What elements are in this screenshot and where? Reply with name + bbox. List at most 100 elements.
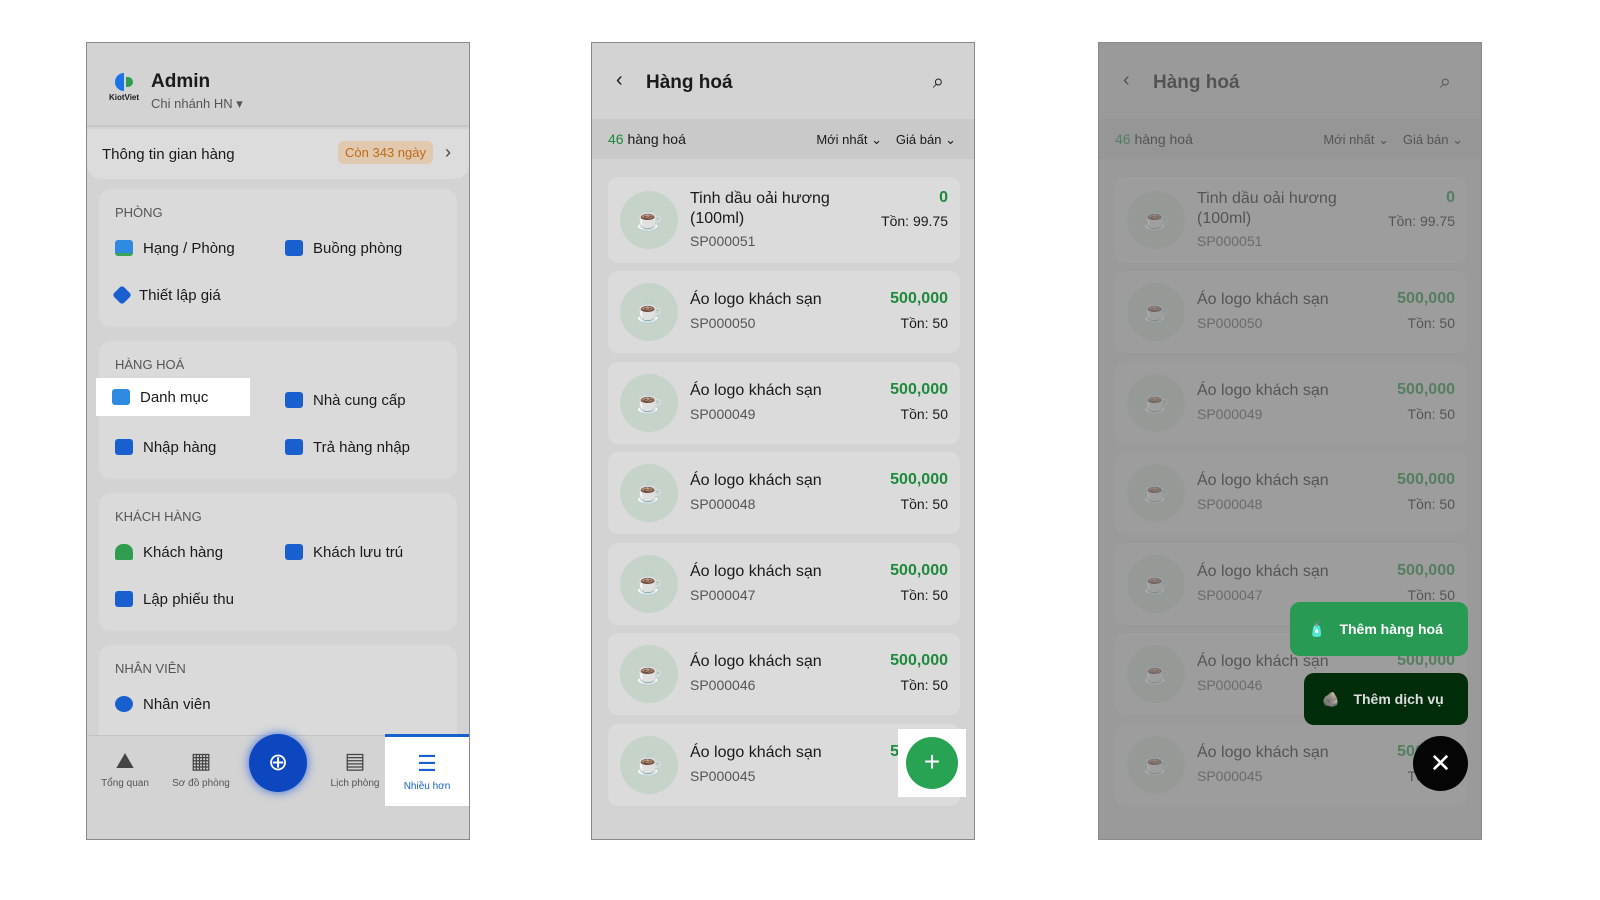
header: ‹ Hàng hoá ⌕ xyxy=(592,43,974,119)
menu-receipt[interactable]: Lập phiếu thu xyxy=(99,580,253,618)
chevron-down-icon: ⌄ xyxy=(871,132,882,147)
goods-list-screen: ‹ Hàng hoá ⌕ 46 hàng hoá Mới nhất ⌄ Giá … xyxy=(591,42,975,840)
product-code: SP000048 xyxy=(690,496,756,512)
product-code: SP000046 xyxy=(690,677,756,693)
page-title: Hàng hoá xyxy=(646,72,733,93)
section-goods: HÀNG HOÁ Danh mục Nhà cung cấp Nhập hàng… xyxy=(96,341,457,479)
section-title: HÀNG HOÁ xyxy=(115,357,185,372)
section-title: KHÁCH HÀNG xyxy=(115,509,202,524)
calendar-icon: ▤ xyxy=(344,748,366,773)
product-code: SP000051 xyxy=(690,233,756,249)
user-circle-icon xyxy=(115,696,133,712)
product-code: SP000050 xyxy=(690,315,756,331)
tab-overview[interactable]: ⛰ Tổng quan xyxy=(89,748,161,789)
branch-select[interactable]: Chi nhánh HN ▾ xyxy=(151,96,243,112)
kiotviet-logo: KiotViet xyxy=(107,73,141,102)
product-thumbnail-icon: ☕ xyxy=(620,554,678,613)
menu-housekeeping[interactable]: Buồng phòng xyxy=(269,229,423,267)
add-button[interactable]: + xyxy=(906,737,958,789)
user-name: Admin xyxy=(151,71,211,92)
product-price: 500,000 xyxy=(890,290,948,307)
product-row[interactable]: ☕ Tinh dầu oải hương (100ml) SP000051 0 … xyxy=(608,177,960,263)
menu-return-import[interactable]: Trả hàng nhập xyxy=(269,428,423,466)
price-dropdown[interactable]: Giá bán ⌄ xyxy=(896,132,956,148)
menu-room-class[interactable]: Hạng / Phòng xyxy=(99,229,253,267)
product-row[interactable]: ☕ Áo logo khách sạn SP000050 500,000 Tồn… xyxy=(608,271,960,353)
filter-bar: 46 hàng hoá Mới nhất ⌄ Giá bán ⌄ xyxy=(592,119,974,159)
product-thumbnail-icon: ☕ xyxy=(620,464,678,522)
product-price: 0 xyxy=(939,189,948,206)
product-row[interactable]: ☕ Áo logo khách sạn SP000048 500,000 Tồn… xyxy=(608,452,960,534)
export-icon xyxy=(285,439,303,455)
sort-dropdown[interactable]: Mới nhất ⌄ xyxy=(816,132,882,148)
back-icon[interactable]: ‹ xyxy=(616,69,623,92)
add-service-button[interactable]: 🪨 Thêm dịch vụ xyxy=(1304,673,1468,725)
product-stock: Tồn: 99.75 xyxy=(881,213,948,229)
product-stock: Tồn: 50 xyxy=(900,677,948,693)
section-rooms: PHÒNG Hạng / Phòng Buồng phòng Thiết lập… xyxy=(99,189,457,327)
product-thumbnail-icon: ☕ xyxy=(620,283,678,341)
close-button[interactable]: ✕ xyxy=(1413,736,1468,791)
chevron-down-icon: ⌄ xyxy=(945,132,956,147)
product-name: Áo logo khách sạn xyxy=(690,472,822,489)
caret-down-icon: ▾ xyxy=(236,96,243,111)
store-info-row[interactable]: Thông tin gian hàng Còn 343 ngày › xyxy=(87,129,469,179)
product-name: Áo logo khách sạn xyxy=(690,743,822,761)
menu-staff[interactable]: Nhân viên xyxy=(99,685,253,723)
tab-room-map[interactable]: ▦ Sơ đồ phòng xyxy=(165,748,237,789)
add-goods-button[interactable]: 🧴 Thêm hàng hoá xyxy=(1290,602,1468,656)
quick-search-button[interactable]: ⊕ xyxy=(249,734,307,792)
chevron-right-icon: › xyxy=(445,142,451,162)
product-name: Áo logo khách sạn xyxy=(690,381,822,399)
chart-icon: ⛰ xyxy=(115,748,135,773)
bottom-nav: ⛰ Tổng quan ▦ Sơ đồ phòng ⊕ ▤ Lịch phòng ☰ N… xyxy=(87,734,469,807)
menu-customers[interactable]: Khách hàng xyxy=(99,533,253,571)
product-stock: Tồn: 50 xyxy=(900,496,948,512)
product-thumbnail-icon: ☕ xyxy=(620,373,678,432)
product-row[interactable]: ☕ Áo logo khách sạn SP000047 500,000 Tồn… xyxy=(608,542,960,625)
spa-stones-icon: 🪨 xyxy=(1322,690,1340,707)
supplier-icon xyxy=(285,392,303,408)
import-icon xyxy=(115,439,133,455)
grid-icon: ▦ xyxy=(190,748,212,773)
product-code: SP000045 xyxy=(690,767,756,784)
product-stock: Tồn: 50 xyxy=(900,586,948,603)
menu-supplier[interactable]: Nhà cung cấp xyxy=(269,381,423,419)
product-thumbnail-icon: ☕ xyxy=(620,191,678,249)
bed-icon xyxy=(115,240,133,256)
product-name: Tinh dầu oải hương (100ml) xyxy=(690,190,830,227)
goods-list-add-menu-screen: ‹ Hàng hoá ⌕ 46 hàng hoá Mới nhất ⌄ Giá … xyxy=(1098,42,1482,840)
header: KiotViet Admin Chi nhánh HN ▾ xyxy=(87,43,469,127)
close-icon: ✕ xyxy=(1429,748,1452,778)
goods-count: 46 hàng hoá xyxy=(608,131,686,147)
product-price: 500,000 xyxy=(890,471,948,488)
menu-pricing[interactable]: Thiết lập giá xyxy=(99,276,253,314)
section-title: PHÒNG xyxy=(115,205,163,220)
menu-guests[interactable]: Khách lưu trú xyxy=(269,533,423,571)
product-code: SP000047 xyxy=(690,586,756,603)
product-row[interactable]: ☕ Áo logo khách sạn SP000046 500,000 Tồn… xyxy=(608,633,960,715)
store-info-label: Thông tin gian hàng xyxy=(102,146,235,163)
remaining-days-badge: Còn 343 ngày xyxy=(338,141,433,164)
search-plus-icon: ⊕ xyxy=(267,749,289,776)
product-name: Áo logo khách sạn xyxy=(690,653,822,670)
fab-highlight: + xyxy=(898,729,966,797)
product-code: SP000049 xyxy=(690,405,756,422)
search-icon[interactable]: ⌕ xyxy=(933,71,944,94)
person-icon xyxy=(115,544,133,560)
product-stock: Tồn: 50 xyxy=(900,405,948,422)
book-icon xyxy=(285,240,303,256)
product-thumbnail-icon: ☕ xyxy=(620,645,678,703)
menu-category[interactable]: Danh mục xyxy=(96,378,250,416)
section-customers: KHÁCH HÀNG Khách hàng Khách lưu trú Lập … xyxy=(99,493,457,631)
product-name: Áo logo khách sạn xyxy=(690,562,822,580)
section-title: NHÂN VIÊN xyxy=(115,661,186,676)
product-price: 500,000 xyxy=(890,561,948,579)
tab-room-calendar[interactable]: ▤ Lịch phòng xyxy=(319,748,391,789)
product-name: Áo logo khách sạn xyxy=(690,291,822,308)
menu-import[interactable]: Nhập hàng xyxy=(99,428,253,466)
plus-icon: + xyxy=(923,746,941,777)
product-stock: Tồn: 50 xyxy=(900,315,948,331)
tab-more[interactable]: ☰ Nhiều hơn xyxy=(385,734,469,806)
product-row[interactable]: ☕ Áo logo khách sạn SP000049 500,000 Tồn… xyxy=(608,361,960,444)
